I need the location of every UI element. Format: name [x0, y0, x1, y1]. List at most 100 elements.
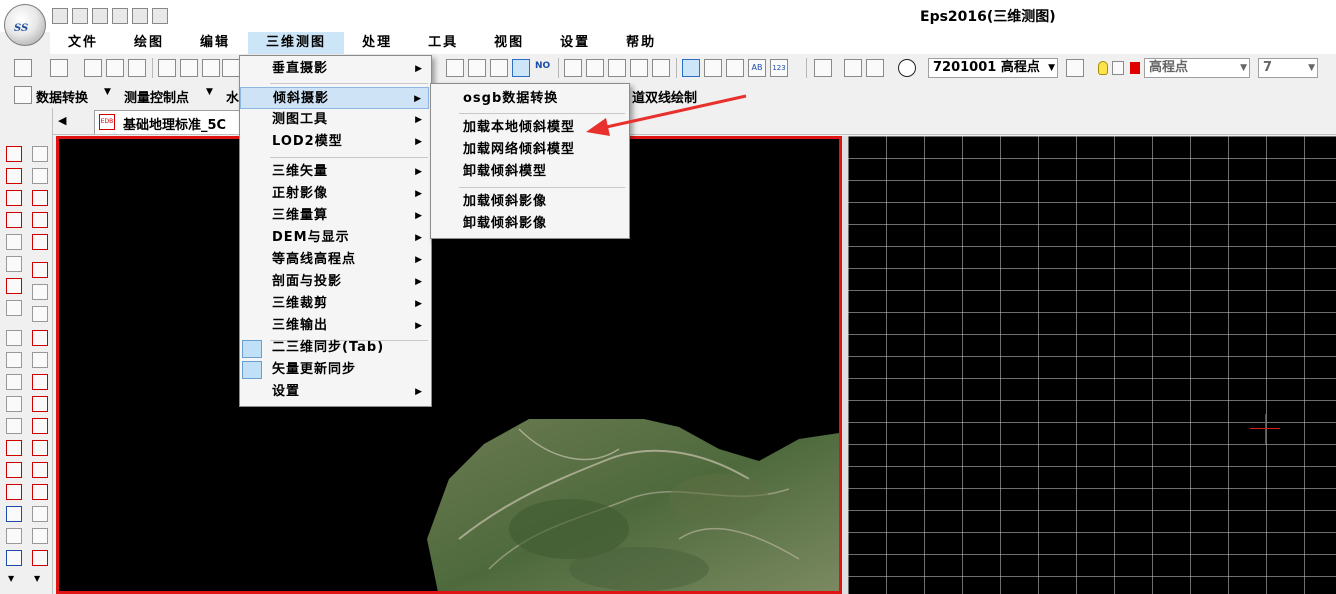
- circle-tool-icon[interactable]: [32, 374, 48, 390]
- data-convert-icon[interactable]: [14, 86, 32, 104]
- polygon-tool-icon[interactable]: [6, 212, 22, 228]
- menu-item-3d-vector[interactable]: 三维矢量 ▶: [240, 161, 429, 183]
- crop-tool-icon[interactable]: [6, 234, 22, 250]
- angle-tool-icon[interactable]: [32, 262, 48, 278]
- chevron-left-icon[interactable]: ◀: [58, 114, 66, 127]
- mirror-tool-icon[interactable]: [6, 396, 22, 412]
- undo-icon[interactable]: [14, 59, 32, 77]
- menu-item-oblique-photo[interactable]: 倾斜摄影 ▶: [240, 87, 429, 109]
- chevron-down-icon[interactable]: ▼: [206, 87, 213, 97]
- menu-3d-mapping[interactable]: 三维测图: [248, 32, 345, 54]
- survey-control-button[interactable]: 测量控制点: [124, 87, 189, 106]
- cut-icon[interactable]: [84, 59, 102, 77]
- menu-item-mapping-tools[interactable]: 测图工具 ▶: [240, 109, 429, 131]
- ruler-tool-icon[interactable]: [32, 506, 48, 522]
- redo-icon[interactable]: [50, 59, 68, 77]
- star-tool-icon[interactable]: [32, 462, 48, 478]
- view-mode-3-icon[interactable]: [608, 59, 626, 77]
- number-label-icon[interactable]: 123: [770, 59, 788, 77]
- open-folder-icon[interactable]: [72, 8, 88, 24]
- menu-item-lod2-model[interactable]: LOD2模型 ▶: [240, 131, 429, 153]
- number-list-tool-icon[interactable]: [6, 550, 22, 566]
- plus-tool-icon[interactable]: [32, 484, 48, 500]
- pen-tool-icon[interactable]: [32, 212, 48, 228]
- menu-tools[interactable]: 工具: [410, 32, 476, 54]
- menu-settings[interactable]: 设置: [542, 32, 608, 54]
- text-tool-icon[interactable]: [6, 278, 22, 294]
- grid-view-2-icon[interactable]: [468, 59, 486, 77]
- layout-icon[interactable]: [726, 59, 744, 77]
- bolt-tool-icon[interactable]: [6, 528, 22, 544]
- snap-points-icon[interactable]: [682, 59, 700, 77]
- grid-view-1-icon[interactable]: [446, 59, 464, 77]
- target-tool-icon[interactable]: [32, 550, 48, 566]
- view-mode-1-icon[interactable]: [564, 59, 582, 77]
- chevron-down-icon[interactable]: ▼: [104, 87, 111, 97]
- rotate-tool-icon[interactable]: [32, 396, 48, 412]
- print-preview-icon[interactable]: [132, 8, 148, 24]
- zoom-out-icon[interactable]: [158, 59, 176, 77]
- line-width-combo[interactable]: 7 ▼: [1258, 58, 1318, 78]
- paste-icon[interactable]: [128, 59, 146, 77]
- chevron-down-icon[interactable]: ▼: [8, 574, 14, 583]
- chevron-down-icon[interactable]: ▼: [34, 574, 40, 583]
- menu-item-unload-oblique-image[interactable]: 卸载倾斜影像: [431, 213, 627, 235]
- diagonal-tool-icon[interactable]: [32, 330, 48, 346]
- layers-stack-icon[interactable]: [1066, 59, 1084, 77]
- grid-view-3-icon[interactable]: [490, 59, 508, 77]
- print-icon[interactable]: [112, 8, 128, 24]
- menu-item-2d3d-sync[interactable]: 二三维同步(Tab): [240, 337, 429, 359]
- menu-item-orthophoto[interactable]: 正射影像 ▶: [240, 183, 429, 205]
- snap-lines-icon[interactable]: [704, 59, 722, 77]
- zoom-in-icon[interactable]: [180, 59, 198, 77]
- water-button[interactable]: 水: [226, 87, 239, 106]
- menu-item-unload-oblique-model[interactable]: 卸载倾斜模型: [431, 161, 627, 183]
- menu-item-profile-projection[interactable]: 剖面与投影 ▶: [240, 271, 429, 293]
- scissors-tool-icon[interactable]: [6, 506, 22, 522]
- line-tool-icon[interactable]: [6, 168, 22, 184]
- menu-item-3d-measure[interactable]: 三维量算 ▶: [240, 205, 429, 227]
- lock-icon[interactable]: [1112, 61, 1124, 75]
- view-mode-2-icon[interactable]: [586, 59, 604, 77]
- dashed-rect-tool-icon[interactable]: [32, 234, 48, 250]
- menu-item-settings[interactable]: 设置 ▶: [240, 381, 429, 403]
- menu-view[interactable]: 视图: [476, 32, 542, 54]
- cross-tool-icon[interactable]: [32, 306, 48, 322]
- menu-item-vector-update-sync[interactable]: 矢量更新同步: [240, 359, 429, 381]
- copy-tool-icon[interactable]: [6, 352, 22, 368]
- grid-view-4-icon[interactable]: [512, 59, 530, 77]
- menu-file[interactable]: 文件: [50, 32, 116, 54]
- menu-edit[interactable]: 编辑: [182, 32, 248, 54]
- menu-item-load-network-oblique-model[interactable]: 加载网络倾斜模型: [431, 139, 627, 161]
- menu-item-load-oblique-image[interactable]: 加载倾斜影像: [431, 191, 627, 213]
- ab-label-icon[interactable]: AB: [748, 59, 766, 77]
- menu-draw[interactable]: 绘图: [116, 32, 182, 54]
- copy-icon[interactable]: [106, 59, 124, 77]
- attribute-icon[interactable]: [866, 59, 884, 77]
- measure-tool-icon[interactable]: [32, 528, 48, 544]
- zoom-window-icon[interactable]: [202, 59, 220, 77]
- circle-symbol-icon[interactable]: [898, 59, 916, 77]
- lightbulb-icon[interactable]: [1098, 61, 1108, 75]
- rectangle-tool-icon[interactable]: [6, 190, 22, 206]
- map-viewport-3d-grid[interactable]: [848, 136, 1336, 594]
- text-edit-icon[interactable]: [6, 300, 22, 316]
- menu-item-3d-output[interactable]: 三维输出 ▶: [240, 315, 429, 337]
- number-123-tool-icon[interactable]: [6, 256, 22, 272]
- arc-tool-icon[interactable]: [6, 462, 22, 478]
- printer-dropdown-icon[interactable]: [152, 8, 168, 24]
- data-convert-button[interactable]: 数据转换: [36, 87, 88, 106]
- menu-item-dem-display[interactable]: DEM与显示 ▶: [240, 227, 429, 249]
- no-label[interactable]: NO: [535, 61, 550, 71]
- extend-tool-icon[interactable]: [6, 440, 22, 456]
- edit-line-icon[interactable]: [32, 284, 48, 300]
- trim-tool-icon[interactable]: [6, 418, 22, 434]
- layer-combo[interactable]: 高程点 ▼: [1144, 58, 1250, 78]
- info-icon[interactable]: [844, 59, 862, 77]
- app-logo[interactable]: SS: [4, 4, 46, 46]
- duplicate-tool-icon[interactable]: [6, 374, 22, 390]
- refresh-tool-icon[interactable]: [32, 418, 48, 434]
- new-file-icon[interactable]: [52, 8, 68, 24]
- grid-tool-icon[interactable]: [32, 352, 48, 368]
- layer-list-icon[interactable]: [814, 59, 832, 77]
